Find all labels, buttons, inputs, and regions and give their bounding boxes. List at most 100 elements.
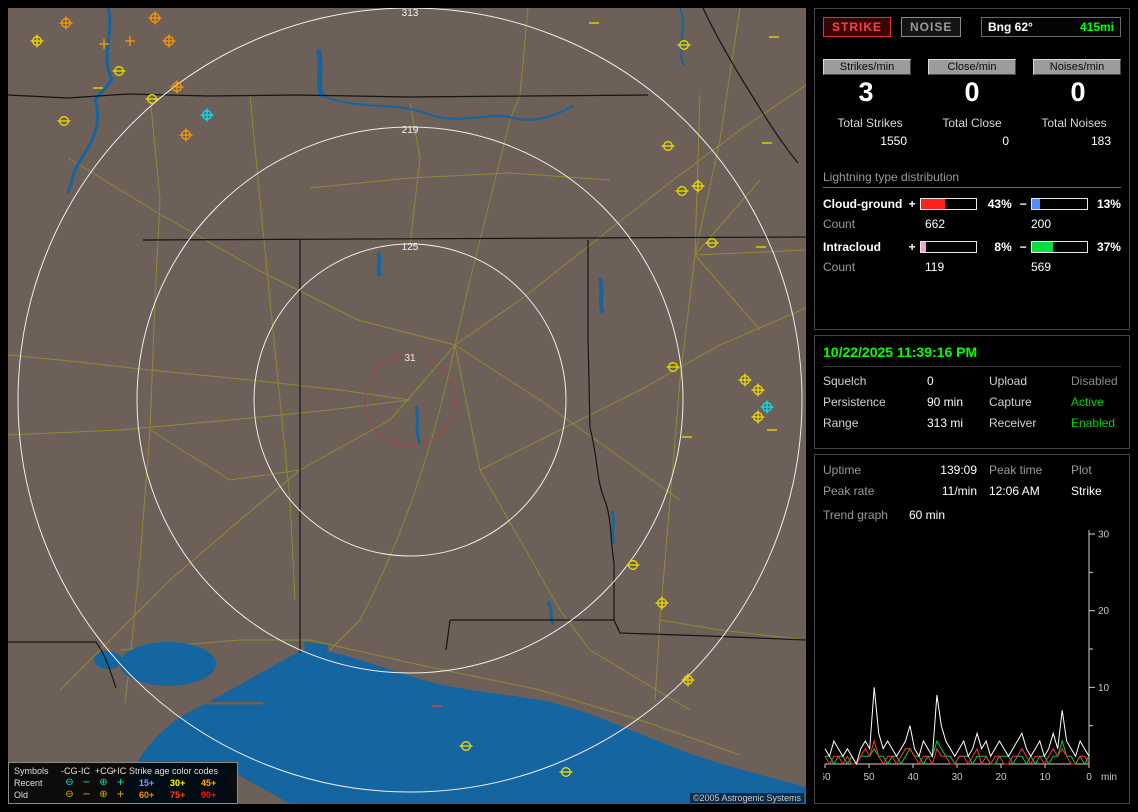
map-canvas: 313 219 125 31 [8,8,806,804]
statistics-section: STRIKE NOISE Bng 62° 415mi Strikes/min C… [814,8,1130,330]
total-close-value: 0 [1002,134,1009,148]
datetime-display: 10/22/2025 11:39:16 PM [823,344,1121,367]
ic-minus-bar [1031,241,1088,253]
plot-value: Strike [1071,484,1102,498]
peak-rate-label: Peak rate [823,484,875,498]
trend-section: Uptime 139:09 Peak time Plot Peak rate 1… [814,454,1130,804]
ic-minus-old-icon: − [82,789,91,800]
age-15-label: 15+ [139,778,155,788]
minus-sign: − [1019,197,1027,211]
ic-plus-bar [920,241,977,253]
upload-status: Disabled [1071,374,1118,388]
cg-plus-old-icon: ⊕ [99,789,108,800]
nexstorm-window: 313 219 125 31 Symbols -CG -IC +CG +IC Stri… [0,0,1138,812]
uptime-value: 139:09 [940,463,977,477]
range-ring-label: 31 [404,353,416,364]
legend-col-header: -CG [61,766,78,776]
squelch-value: 0 [927,374,934,388]
range-ring-label: 125 [402,242,419,253]
age-30-label: 30+ [170,778,186,788]
persistence-value: 90 min [927,395,964,409]
range-ring-label: 313 [402,8,419,19]
svg-text:50: 50 [863,772,875,783]
uptime-label: Uptime [823,463,862,477]
legend-col-header: +IC [112,766,127,776]
noises-per-min-button[interactable]: Noises/min [1033,59,1121,75]
total-strikes-value: 1550 [880,134,907,148]
cg-plus-bar [920,198,977,210]
cg-minus-pct: 13% [1096,197,1121,211]
strike-mode-button[interactable]: STRIKE [823,17,892,37]
status-section: 10/22/2025 11:39:16 PM Squelch 0 Upload … [814,335,1130,449]
cg-plus-pct: 43% [987,197,1012,211]
noises-per-min-value: 0 [1070,77,1086,107]
intracloud-row: Intracloud + 8% − 37% [823,240,1121,254]
cg-minus-old-icon: ⊖ [65,789,74,800]
svg-text:min: min [1101,772,1117,783]
minus-sign: − [1019,240,1027,254]
svg-text:30: 30 [951,772,963,783]
svg-text:10: 10 [1039,772,1051,783]
copyright-text: ©2005 Astrogenic Systems [689,793,804,803]
capture-label: Capture [989,395,1032,409]
cg-plus-count: 662 [925,217,946,231]
strikes-per-min-button[interactable]: Strikes/min [823,59,911,75]
range-ring-label: 219 [402,125,419,136]
capture-status: Active [1071,395,1104,409]
trend-graph: 10 20 30 60 50 40 30 20 10 0 min [819,530,1117,784]
age-90-label: 90+ [201,790,217,800]
cloud-ground-row: Cloud-ground + 43% − 13% [823,197,1121,211]
plus-sign: + [908,197,916,211]
bearing-range-value: 415mi [1079,20,1114,34]
noise-mode-button[interactable]: NOISE [901,17,962,37]
cloud-ground-count-row: Count 662 200 [823,217,1121,231]
cg-plus-recent-icon: ⊕ [99,777,108,788]
svg-text:0: 0 [1086,772,1092,783]
svg-text:20: 20 [1098,606,1110,617]
count-label: Count [823,217,856,231]
upload-label: Upload [989,374,1028,388]
receiver-status: Enabled [1071,416,1116,430]
ic-plus-pct: 8% [994,240,1012,254]
receiver-label: Receiver [989,416,1037,430]
age-75-label: 75+ [170,790,186,800]
trend-series-strike [824,687,1090,766]
barrier-island [183,702,263,705]
strikes-per-min-value: 3 [858,77,874,107]
ic-plus-count: 119 [925,260,945,274]
lightning-map[interactable]: 313 219 125 31 Symbols -CG -IC +CG +IC Stri… [8,8,806,804]
svg-text:60: 60 [823,772,831,783]
ic-minus-pct: 37% [1096,240,1121,254]
squelch-label: Squelch [823,374,867,388]
close-per-min-button[interactable]: Close/min [928,59,1016,75]
ic-plus-recent-icon: + [116,777,125,788]
peak-time-value: 12:06 AM [989,484,1040,498]
cg-minus-count: 200 [1031,217,1052,231]
map-legend: Symbols -CG -IC +CG +IC Strike age color… [8,762,238,804]
bearing-value: Bng 62° [988,20,1033,34]
legend-col-header: -IC [78,766,90,776]
legend-symbols-title: Symbols [14,766,49,776]
close-per-min-value: 0 [964,77,980,107]
total-noises-label: Total Noises [1041,116,1107,130]
intracloud-count-row: Count 119 569 [823,260,1121,274]
legend-col-header: +CG [95,766,114,776]
persistence-label: Persistence [823,395,886,409]
peak-time-label: Peak time [989,463,1043,477]
legend-old-label: Old [14,790,29,800]
cg-minus-recent-icon: ⊖ [65,777,74,788]
total-strikes-label: Total Strikes [837,116,903,130]
age-60-label: 60+ [139,790,155,800]
range-label: Range [823,416,859,430]
svg-text:40: 40 [907,772,919,783]
legend-age-title: Strike age color codes [129,766,219,776]
ic-minus-count: 569 [1031,260,1052,274]
svg-text:30: 30 [1098,530,1110,541]
age-45-label: 45+ [201,778,217,788]
trend-graph-label: Trend graph [823,508,888,522]
cg-minus-bar [1031,198,1088,210]
intracloud-label: Intracloud [823,240,882,254]
plus-sign: + [908,240,916,254]
distribution-title: Lightning type distribution [823,170,1121,188]
total-close-label: Total Close [942,116,1002,130]
